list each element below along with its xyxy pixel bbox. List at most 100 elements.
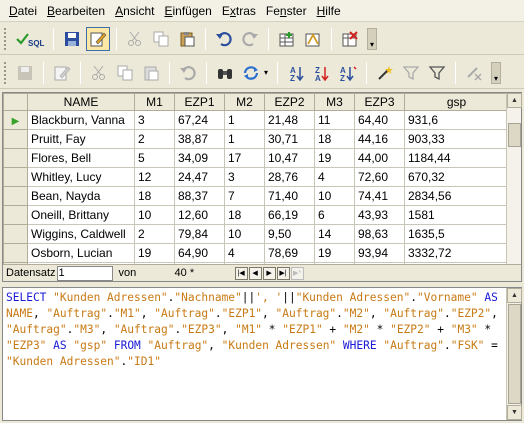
row-header[interactable] — [3, 148, 28, 168]
row-header[interactable]: ▶ — [3, 110, 28, 130]
scroll-up-icon[interactable]: ▲ — [507, 288, 522, 303]
new-record-icon[interactable]: ▶* — [290, 266, 304, 280]
table-cell[interactable]: 19 — [314, 148, 355, 168]
table-cell[interactable]: Wiggins, Caldwell — [27, 224, 135, 244]
copy-data-button[interactable] — [113, 61, 137, 85]
sort-ascending-button[interactable]: AZ — [284, 61, 308, 85]
table-cell[interactable]: 18 — [314, 129, 355, 149]
menu-item[interactable]: Hilfe — [312, 1, 346, 21]
table-cell[interactable]: Bean, Nayda — [27, 186, 135, 206]
table-cell[interactable]: 1581 — [404, 205, 509, 225]
table-cell[interactable]: 43,93 — [354, 205, 405, 225]
row-header[interactable] — [3, 205, 28, 225]
table-cell[interactable]: 12,60 — [174, 205, 225, 225]
table-cell[interactable]: 88,37 — [174, 186, 225, 206]
toolbar-overflow[interactable]: ▾ — [367, 27, 377, 50]
menu-item[interactable]: Bearbeiten — [42, 1, 110, 21]
table-cell[interactable]: 10,47 — [264, 148, 315, 168]
table-cell[interactable]: 10 — [314, 186, 355, 206]
table-cell[interactable]: Whitley, Lucy — [27, 167, 135, 187]
row-header[interactable] — [3, 224, 28, 244]
column-header[interactable]: NAME — [27, 93, 135, 111]
paste-data-button[interactable] — [139, 61, 163, 85]
toolbar-grip[interactable] — [4, 61, 8, 84]
table-cell[interactable]: 3 — [224, 167, 265, 187]
table-cell[interactable]: Blackburn, Vanna — [27, 110, 135, 130]
previous-record-icon[interactable]: ◀ — [248, 266, 262, 280]
table-cell[interactable]: 64,40 — [354, 110, 405, 130]
table-cell[interactable]: 1 — [224, 129, 265, 149]
menu-item[interactable]: Extras — [217, 1, 261, 21]
find-record-button[interactable] — [213, 61, 237, 85]
table-cell[interactable]: 78,69 — [264, 243, 315, 263]
table-cell[interactable]: 2 — [134, 224, 175, 244]
copy-button[interactable] — [149, 27, 173, 51]
table-cell[interactable]: 79,84 — [174, 224, 225, 244]
next-record-icon[interactable]: ▶ — [262, 266, 276, 280]
row-header[interactable] — [3, 186, 28, 206]
table-row[interactable]: Oneill, Brittany 10 12,60 18 66,19 6 43,93 1581 — [3, 205, 509, 225]
edit-mode-button[interactable] — [86, 26, 110, 51]
table-cell[interactable]: 74,41 — [354, 186, 405, 206]
menu-item[interactable]: Fenster — [261, 1, 312, 21]
add-table-button[interactable] — [275, 27, 299, 51]
table-row[interactable]: Flores, Bell 5 34,09 17 10,47 19 44,00 1184,44 — [3, 148, 509, 168]
table-cell[interactable]: 14 — [314, 224, 355, 244]
table-cell[interactable]: 28,76 — [264, 167, 315, 187]
table-cell[interactable]: 30,71 — [264, 129, 315, 149]
scroll-up-icon[interactable]: ▲ — [507, 93, 522, 108]
table-cell[interactable]: 2 — [134, 129, 175, 149]
row-header[interactable] — [3, 243, 28, 263]
table-cell[interactable]: 4 — [224, 243, 265, 263]
last-record-icon[interactable]: ▶| — [276, 266, 290, 280]
column-header[interactable]: EZP2 — [264, 93, 315, 111]
paste-button[interactable] — [175, 27, 199, 51]
table-cell[interactable]: 12 — [134, 167, 175, 187]
table-cell[interactable]: 2834,56 — [404, 186, 509, 206]
cut-data-button[interactable] — [87, 61, 111, 85]
table-row[interactable]: Pruitt, Fay 2 38,87 1 30,71 18 44,16 903,33 — [3, 129, 509, 149]
table-cell[interactable]: 1184,44 — [404, 148, 509, 168]
table-row[interactable]: ▶ Blackburn, Vanna 3 67,24 1 21,48 11 64,40 931,… — [3, 110, 509, 130]
table-cell[interactable]: 98,63 — [354, 224, 405, 244]
table-cell[interactable]: 3332,72 — [404, 243, 509, 263]
table-row[interactable]: Bean, Nayda 18 88,37 7 71,40 10 74,41 2834,56 — [3, 186, 509, 206]
table-cell[interactable]: 71,40 — [264, 186, 315, 206]
table-cell[interactable]: 3 — [134, 110, 175, 130]
table-cell[interactable]: 17 — [224, 148, 265, 168]
refresh-dropdown-icon[interactable]: ▾ — [264, 68, 268, 77]
save-button[interactable] — [60, 27, 84, 51]
table-cell[interactable]: 34,09 — [174, 148, 225, 168]
table-cell[interactable]: 24,47 — [174, 167, 225, 187]
standard-filter-button[interactable] — [399, 61, 423, 85]
table-cell[interactable]: 38,87 — [174, 129, 225, 149]
sql-editor[interactable]: SELECT "Kunden Adressen"."Nachname"||', … — [2, 287, 522, 421]
table-cell[interactable]: Osborn, Lucian — [27, 243, 135, 263]
menu-item[interactable]: Einfügen — [159, 1, 216, 21]
table-cell[interactable]: 7 — [224, 186, 265, 206]
table-cell[interactable]: 10 — [224, 224, 265, 244]
sort-button[interactable]: AZ — [336, 61, 360, 85]
table-cell[interactable]: 44,16 — [354, 129, 405, 149]
table-cell[interactable]: 4 — [314, 167, 355, 187]
first-record-icon[interactable]: |◀ — [234, 266, 248, 280]
table-cell[interactable]: 19 — [134, 243, 175, 263]
corner-cell[interactable] — [3, 93, 28, 111]
table-cell[interactable]: 670,32 — [404, 167, 509, 187]
cut-button[interactable] — [123, 27, 147, 51]
redo-button[interactable] — [238, 27, 262, 51]
table-cell[interactable]: 6 — [314, 205, 355, 225]
delete-table-button[interactable] — [338, 27, 362, 51]
sql-query-text[interactable]: SELECT "Kunden Adressen"."Nachname"||', … — [6, 290, 504, 370]
edit-data-button[interactable] — [50, 61, 74, 85]
remove-filter-button[interactable] — [462, 61, 486, 85]
row-header[interactable] — [3, 129, 28, 149]
table-cell[interactable]: Pruitt, Fay — [27, 129, 135, 149]
scroll-thumb[interactable] — [508, 123, 521, 147]
scroll-thumb[interactable] — [508, 304, 521, 404]
table-cell[interactable]: 72,60 — [354, 167, 405, 187]
table-cell[interactable]: 1635,5 — [404, 224, 509, 244]
table-cell[interactable]: 93,94 — [354, 243, 405, 263]
table-cell[interactable]: 44,00 — [354, 148, 405, 168]
save-record-button[interactable] — [13, 61, 37, 85]
